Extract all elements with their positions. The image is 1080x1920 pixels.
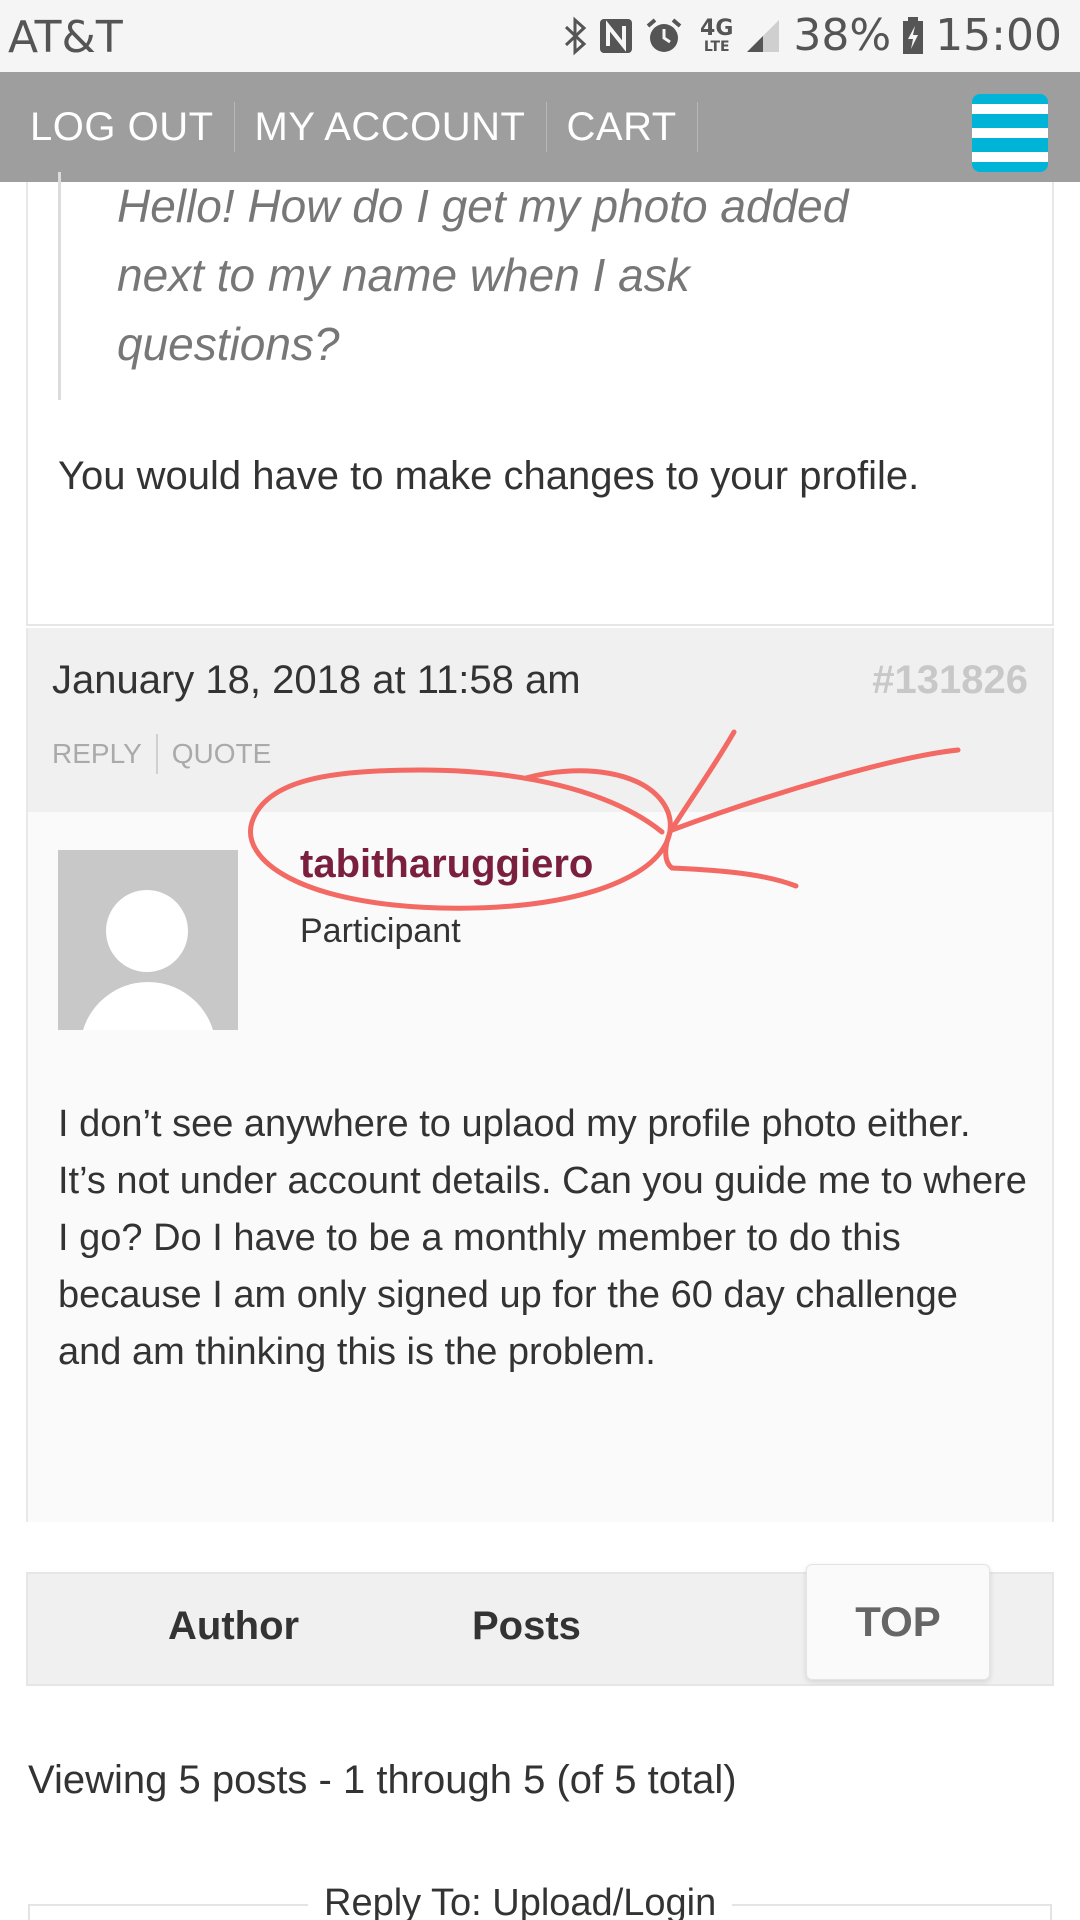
nfc-icon: [598, 16, 634, 56]
author-column-header: Author: [168, 1604, 300, 1648]
network-type-label: 4G: [700, 15, 734, 41]
quote-line: Hello! How do I get my photo added: [117, 180, 849, 232]
signal-icon: [743, 16, 783, 56]
previous-reply-card: Hello! How do I get my photo added next …: [26, 172, 1054, 626]
quote-link[interactable]: QUOTE: [172, 738, 286, 770]
avatar[interactable]: [58, 850, 238, 1030]
avatar-head-shape: [106, 890, 188, 972]
network-subtype-label: LTE: [703, 38, 730, 55]
quote-line: questions?: [117, 318, 340, 370]
reply-form-title: Reply To: Upload/Login: [308, 1882, 733, 1920]
battery-percent: 38%: [793, 10, 892, 61]
status-bar: AT&T 4G LTE 38% 15:00: [0, 0, 1080, 72]
pagination-count: Viewing 5 posts - 1 through 5 (of 5 tota…: [28, 1758, 737, 1802]
post-actions: REPLY QUOTE: [52, 734, 299, 774]
clock-time: 15:00: [935, 10, 1062, 61]
nav-my-account-link[interactable]: MY ACCOUNT: [255, 102, 547, 152]
alarm-icon: [644, 16, 684, 56]
quote-line: next to my name when I ask: [117, 249, 690, 301]
network-type-icon: 4G LTE: [700, 15, 734, 55]
top-nav-bar: LOG OUT MY ACCOUNT CART: [0, 72, 1080, 182]
hamburger-bar: [972, 152, 1048, 162]
author-role: Participant: [300, 912, 461, 950]
posts-column-header: Posts: [472, 1604, 581, 1648]
back-to-top-button[interactable]: TOP: [806, 1564, 990, 1680]
carrier-label: AT&T: [8, 12, 123, 63]
hamburger-menu-icon[interactable]: [972, 94, 1048, 172]
previous-reply-text: You would have to make changes to your p…: [58, 454, 920, 498]
post-header: January 18, 2018 at 11:58 am #131826 REP…: [26, 628, 1054, 812]
post-permalink[interactable]: #131826: [872, 658, 1028, 703]
post-date: January 18, 2018 at 11:58 am: [52, 658, 581, 702]
battery-charging-icon: [901, 16, 925, 56]
quoted-question: Hello! How do I get my photo added next …: [58, 172, 978, 400]
bluetooth-icon: [562, 16, 588, 56]
status-icons: 4G LTE 38% 15:00: [562, 10, 1062, 61]
nav-cart-link[interactable]: CART: [567, 102, 698, 152]
post-body: tabitharuggiero Participant I don’t see …: [26, 812, 1054, 1522]
reply-link[interactable]: REPLY: [52, 734, 158, 774]
avatar-body-shape: [80, 982, 216, 1030]
author-name-link[interactable]: tabitharuggiero: [300, 842, 593, 887]
nav-links: LOG OUT MY ACCOUNT CART: [30, 102, 718, 152]
post-content: I don’t see anywhere to uplaod my profil…: [58, 1103, 1027, 1373]
nav-log-out-link[interactable]: LOG OUT: [30, 102, 235, 152]
hamburger-bar: [972, 104, 1048, 114]
hamburger-bar: [972, 128, 1048, 138]
